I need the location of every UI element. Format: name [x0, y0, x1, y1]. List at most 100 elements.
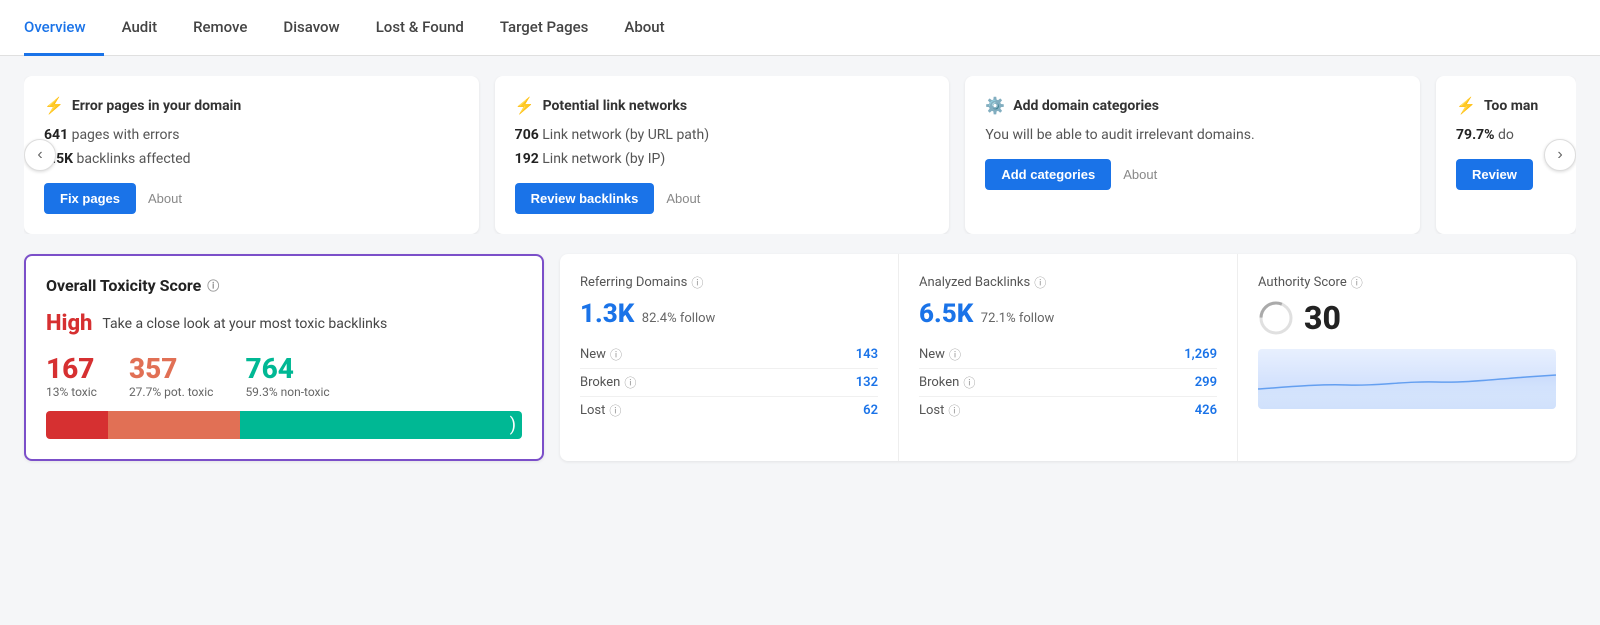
referring-domains-row-new: New ⓘ 143 [580, 341, 878, 369]
analyzed-backlinks-lost-info[interactable]: ⓘ [948, 402, 960, 419]
toxicity-numbers: 167 13% toxic 357 27.7% pot. toxic 764 5… [46, 352, 522, 399]
card-link-networks-title: Potential link networks [543, 98, 687, 114]
card-too-many-header: ⚡ Too man [1456, 96, 1556, 115]
toxicity-label-toxic: 13% toxic [46, 385, 97, 399]
main-content: ‹ ⚡ Error pages in your domain 641 pages… [0, 56, 1600, 481]
stat-panel-referring-domains: Referring Domains ⓘ 1.3K 82.4% follow Ne… [560, 254, 899, 461]
toxicity-level-description: Take a close look at your most toxic bac… [102, 316, 387, 332]
card-error-pages-stat1: 641 pages with errors [44, 127, 459, 143]
toxicity-title-text: Overall Toxicity Score [46, 276, 201, 295]
card-domain-categories-about-button[interactable]: About [1123, 167, 1157, 182]
analyzed-backlinks-lost-label: Lost ⓘ [919, 402, 960, 419]
referring-domains-lost-label: Lost ⓘ [580, 402, 621, 419]
carousel-next-button[interactable]: › [1544, 139, 1576, 171]
toxicity-bar-icon: ) [510, 415, 516, 436]
lightning-icon: ⚡ [44, 96, 64, 115]
analyzed-backlinks-sub: 72.1% follow [981, 311, 1055, 326]
analyzed-backlinks-broken-value: 299 [1195, 375, 1217, 390]
analyzed-backlinks-row-broken: Broken ⓘ 299 [919, 369, 1217, 397]
stats-panels: Referring Domains ⓘ 1.3K 82.4% follow Ne… [560, 254, 1576, 461]
review-button[interactable]: Review [1456, 159, 1533, 190]
analyzed-backlinks-new-text: New [919, 347, 945, 362]
referring-domains-rows: New ⓘ 143 Broken ⓘ 132 L [580, 341, 878, 424]
toxicity-bar-green: ) [240, 411, 522, 439]
card-too-many-stat-bold: 79.7% [1456, 127, 1495, 143]
referring-domains-value: 1.3K [580, 299, 634, 329]
toxicity-val-toxic: 167 [46, 352, 97, 385]
referring-domains-new-info[interactable]: ⓘ [610, 346, 622, 363]
referring-domains-lost-text: Lost [580, 403, 605, 418]
analyzed-backlinks-label: Analyzed Backlinks [919, 275, 1030, 290]
referring-domains-lost-value: 62 [863, 403, 878, 418]
toxicity-val-non-toxic: 764 [245, 352, 329, 385]
referring-domains-new-text: New [580, 347, 606, 362]
gear-icon: ⚙️ [985, 96, 1005, 115]
toxicity-score-pot-toxic: 357 27.7% pot. toxic [129, 352, 214, 399]
referring-domains-row-broken: Broken ⓘ 132 [580, 369, 878, 397]
analyzed-backlinks-info-icon[interactable]: ⓘ [1034, 274, 1046, 291]
nav-item-about[interactable]: About [606, 1, 682, 56]
lightning-icon-3: ⚡ [1456, 96, 1476, 115]
authority-score-info-icon[interactable]: ⓘ [1351, 274, 1363, 291]
toxicity-title: Overall Toxicity Score ⓘ [46, 276, 522, 295]
analyzed-backlinks-row-lost: Lost ⓘ 426 [919, 397, 1217, 424]
nav-item-disavow[interactable]: Disavow [265, 1, 357, 56]
card-error-pages-title: Error pages in your domain [72, 98, 241, 114]
referring-domains-broken-info[interactable]: ⓘ [624, 374, 636, 391]
review-backlinks-button[interactable]: Review backlinks [515, 183, 655, 214]
card-domain-categories-header: ⚙️ Add domain categories [985, 96, 1400, 115]
analyzed-backlinks-new-label: New ⓘ [919, 346, 961, 363]
toxicity-label-pot-toxic: 27.7% pot. toxic [129, 385, 214, 399]
card-domain-categories-title: Add domain categories [1013, 98, 1159, 114]
card-link-networks-stat1: 706 Link network (by URL path) [515, 127, 930, 143]
analyzed-backlinks-broken-label: Broken ⓘ [919, 374, 975, 391]
card-too-many-actions: Review [1456, 159, 1556, 190]
card-link-networks-actions: Review backlinks About [515, 183, 930, 214]
authority-score-value: 30 [1304, 299, 1341, 337]
card-too-many-title: Too man [1484, 98, 1538, 114]
referring-domains-new-value: 143 [856, 347, 878, 362]
analyzed-backlinks-new-info[interactable]: ⓘ [949, 346, 961, 363]
analyzed-backlinks-lost-value: 426 [1195, 403, 1217, 418]
analyzed-backlinks-broken-info[interactable]: ⓘ [963, 374, 975, 391]
card-too-many-stat: 79.7% do [1456, 127, 1556, 143]
analyzed-backlinks-row-new: New ⓘ 1,269 [919, 341, 1217, 369]
referring-domains-broken-label: Broken ⓘ [580, 374, 636, 391]
authority-score-chart [1258, 349, 1556, 409]
add-categories-button[interactable]: Add categories [985, 159, 1111, 190]
toxicity-info-icon[interactable]: ⓘ [207, 277, 219, 294]
toxicity-score-non-toxic: 764 59.3% non-toxic [245, 352, 329, 399]
card-error-pages-header: ⚡ Error pages in your domain [44, 96, 459, 115]
authority-score-circle [1258, 300, 1294, 336]
toxicity-level-value: High [46, 311, 92, 336]
analyzed-backlinks-lost-text: Lost [919, 403, 944, 418]
toxicity-bar-orange [108, 411, 240, 439]
carousel-prev-button[interactable]: ‹ [24, 139, 56, 171]
referring-domains-title: Referring Domains ⓘ [580, 274, 878, 291]
nav-item-overview[interactable]: Overview [24, 1, 104, 56]
card-link-networks-stat2-bold: 192 [515, 151, 539, 167]
card-link-networks: ⚡ Potential link networks 706 Link netwo… [495, 76, 950, 234]
nav-item-remove[interactable]: Remove [175, 1, 265, 56]
navigation: Overview Audit Remove Disavow Lost & Fou… [0, 0, 1600, 56]
analyzed-backlinks-broken-text: Broken [919, 375, 959, 390]
analyzed-backlinks-new-value: 1,269 [1184, 347, 1217, 362]
card-domain-categories: ⚙️ Add domain categories You will be abl… [965, 76, 1420, 234]
cards-row: ‹ ⚡ Error pages in your domain 641 pages… [24, 76, 1576, 234]
toxicity-val-pot-toxic: 357 [129, 352, 214, 385]
fix-pages-button[interactable]: Fix pages [44, 183, 136, 214]
nav-item-audit[interactable]: Audit [104, 1, 175, 56]
card-link-networks-about-button[interactable]: About [666, 191, 700, 206]
nav-item-target-pages[interactable]: Target Pages [482, 1, 607, 56]
card-domain-categories-actions: Add categories About [985, 159, 1400, 190]
nav-item-lost-found[interactable]: Lost & Found [358, 1, 482, 56]
referring-domains-info-icon[interactable]: ⓘ [691, 274, 703, 291]
toxicity-level: High Take a close look at your most toxi… [46, 311, 522, 336]
card-error-pages-actions: Fix pages About [44, 183, 459, 214]
card-error-pages-stat2: 6.5K backlinks affected [44, 151, 459, 167]
lightning-icon-2: ⚡ [515, 96, 535, 115]
bottom-section: Overall Toxicity Score ⓘ High Take a clo… [24, 254, 1576, 461]
card-error-pages-about-button[interactable]: About [148, 191, 182, 206]
referring-domains-sub: 82.4% follow [642, 311, 716, 326]
referring-domains-lost-info[interactable]: ⓘ [609, 402, 621, 419]
